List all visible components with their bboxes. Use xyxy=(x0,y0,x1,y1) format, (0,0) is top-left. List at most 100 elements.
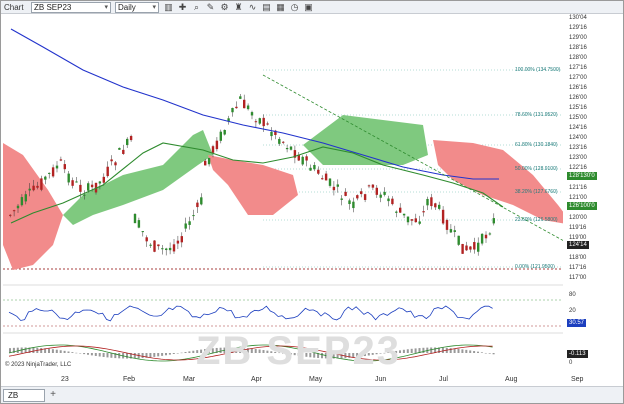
candle-body xyxy=(441,209,445,224)
period-value: Daily xyxy=(118,3,136,12)
macd-bar xyxy=(59,350,62,353)
time-axis[interactable]: 23 Feb Mar Apr May Jun Jul Aug Sep xyxy=(3,373,583,385)
candle-body xyxy=(98,181,102,184)
candle-body xyxy=(430,197,433,207)
candle-body xyxy=(492,218,495,224)
candle-body xyxy=(110,159,113,162)
candle-body xyxy=(434,203,437,208)
macd-value-tag: -0.113 xyxy=(567,350,588,358)
macd-bar xyxy=(465,349,468,353)
candle-body xyxy=(360,191,363,195)
tab-zb[interactable]: ZB xyxy=(3,389,45,402)
macd-bar xyxy=(126,353,128,359)
candle-body xyxy=(266,123,269,125)
y-tick-label: 129'00 xyxy=(569,35,587,41)
x-tick-label: 23 xyxy=(61,376,69,383)
fib-label: 23.60% (126.5800) xyxy=(515,217,558,223)
candle-body xyxy=(9,214,12,216)
data-box-icon[interactable]: ▦ xyxy=(275,2,286,13)
macd-bar xyxy=(168,353,171,355)
macd-bar xyxy=(161,353,164,356)
x-tick-label: Feb xyxy=(123,376,136,383)
y-tick-label: 123'16 xyxy=(569,145,587,151)
candle-body xyxy=(118,147,121,150)
macd-bar xyxy=(484,352,487,354)
macd-bar xyxy=(192,350,195,353)
macd-bar xyxy=(441,347,444,353)
macd-bar xyxy=(55,349,58,353)
candle-body xyxy=(149,244,152,246)
candle-body xyxy=(321,178,324,180)
candle-body xyxy=(184,223,187,229)
indicator-icon[interactable]: ∿ xyxy=(247,2,258,13)
candle-body xyxy=(352,201,355,209)
last-price-tag: 124'14 xyxy=(567,241,589,249)
candle-body xyxy=(402,213,406,216)
candle-body xyxy=(410,219,414,221)
candle-body xyxy=(418,221,421,224)
candle-body xyxy=(106,166,109,177)
candle-body xyxy=(231,107,234,113)
macd-bar xyxy=(469,350,472,353)
macd-bar xyxy=(165,353,167,356)
template-icon[interactable]: ▤ xyxy=(261,2,272,13)
candle-body xyxy=(250,112,254,116)
candle-body xyxy=(445,219,449,230)
candle-body xyxy=(172,244,176,252)
properties-icon[interactable]: ⚙ xyxy=(219,2,230,13)
instrument-selector[interactable]: ZB SEP23 ▾ xyxy=(31,2,111,13)
candle-body xyxy=(344,191,347,196)
macd-bar xyxy=(153,353,156,357)
candle-body xyxy=(12,210,16,212)
y-tick-label: 129'16 xyxy=(569,25,587,31)
y-tick-label: 127'16 xyxy=(569,65,587,71)
drawing-icon[interactable]: ✎ xyxy=(205,2,216,13)
candle-body xyxy=(207,158,211,165)
candle-body xyxy=(32,185,35,191)
candle-body xyxy=(24,194,27,202)
price-axis[interactable]: 130'04 129'16 129'00 128'16 128'00 127'1… xyxy=(567,15,623,385)
bars-icon[interactable]: ▥ xyxy=(163,2,174,13)
macd-bar xyxy=(48,348,50,353)
add-tab-icon[interactable]: + xyxy=(47,389,59,402)
chart-panel[interactable]: 100.00% (134.7500) 78.60% (131.9520) 61.… xyxy=(3,15,594,371)
candle-body xyxy=(20,197,24,206)
macd-bar xyxy=(157,353,160,357)
strategy-icon[interactable]: ♜ xyxy=(233,2,244,13)
screenshot-icon[interactable]: ▣ xyxy=(303,2,314,13)
chart-toolbar: Chart ZB SEP23 ▾ Daily ▾ ▥ ✚ ⌕ ✎ ⚙ ♜ ∿ ▤… xyxy=(1,1,623,14)
y-tick-label: 127'00 xyxy=(569,75,587,81)
candle-body xyxy=(278,138,281,144)
candle-body xyxy=(414,218,417,223)
macd-bar xyxy=(118,353,121,359)
macd-bar xyxy=(149,353,152,358)
candle-body xyxy=(371,184,375,188)
time-frame-icon[interactable]: ◷ xyxy=(289,2,300,13)
fib-label: 78.60% (131.9520) xyxy=(515,112,558,118)
candle-body xyxy=(48,172,51,174)
period-selector[interactable]: Daily ▾ xyxy=(115,2,159,13)
chart-menu-button[interactable]: Chart xyxy=(4,2,24,13)
crosshair-icon[interactable]: ✚ xyxy=(177,2,188,13)
candle-body xyxy=(67,173,70,183)
cloud-bear xyxy=(208,155,298,215)
candle-body xyxy=(449,229,453,233)
candle-body xyxy=(75,181,78,183)
candle-body xyxy=(16,205,20,209)
candle-body xyxy=(391,198,394,205)
price-tag-ma: 128'130'0 xyxy=(567,172,597,180)
y-tick-label: 125'00 xyxy=(569,115,587,121)
candle-body xyxy=(313,164,316,170)
macd-bar xyxy=(71,352,74,353)
candle-body xyxy=(484,234,488,239)
candle-body xyxy=(379,194,382,198)
y-tick-label: 126'16 xyxy=(569,85,587,91)
zoom-icon[interactable]: ⌕ xyxy=(191,2,202,13)
candle-body xyxy=(301,156,304,165)
candle-body xyxy=(383,191,386,195)
candle-body xyxy=(180,236,183,243)
candle-body xyxy=(102,176,105,183)
y-tick-label: 123'00 xyxy=(569,155,587,161)
candle-body xyxy=(157,244,160,247)
price-chart[interactable] xyxy=(3,15,594,371)
